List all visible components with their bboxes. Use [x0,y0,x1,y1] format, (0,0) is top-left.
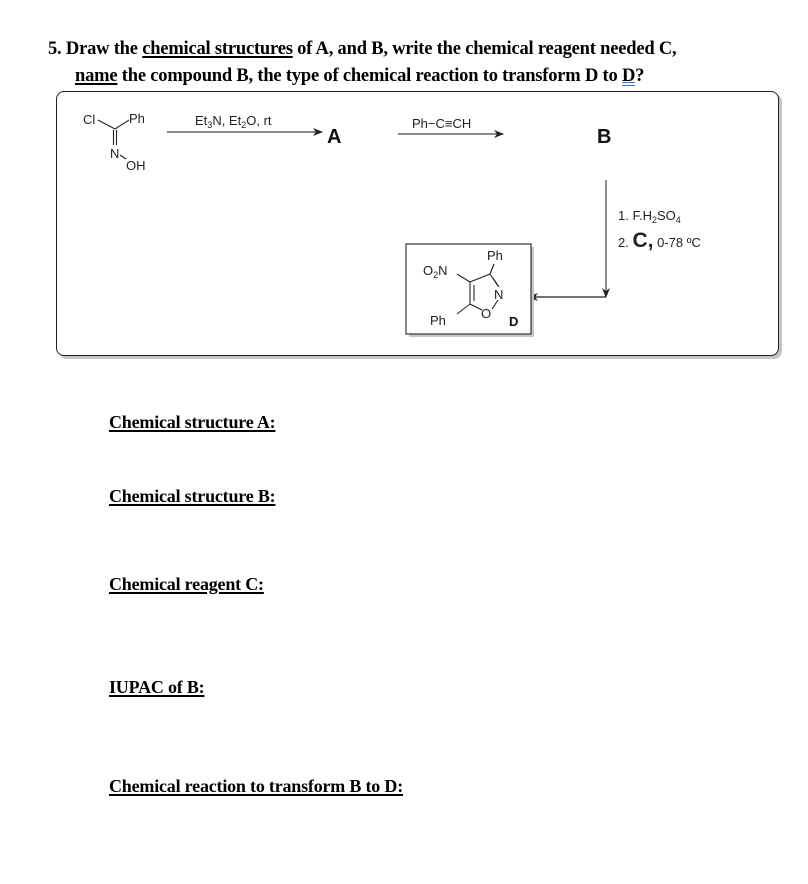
answer-label-structure-a: Chemical structure A: [109,412,276,432]
bond-c-ph [114,119,130,130]
compound-b-label: B [597,126,611,148]
answer-label-reaction-b-to-d: Chemical reaction to transform B to D: [109,776,403,796]
product-d-box: Ph O2N Ph N O D [405,243,534,337]
question-number: 5. [48,39,62,59]
answer-label-structure-b: Chemical structure B: [109,486,276,506]
step3-condition-2: 2. C, 0-78 ºC [618,229,701,252]
question-text: 5. Draw the chemical structures of A, an… [48,36,788,90]
step1-reagents: Et3N, Et2O, rt [195,113,272,130]
reaction-scheme-drawing: Cl Ph N OH Et3N, Et2O, rt A Ph−C≡CH B 1.… [83,111,701,337]
atom-cl: Cl [83,112,95,127]
atom-n-ring: N [494,287,503,302]
compound-a-label: A [327,126,341,148]
atom-o-ring: O [481,306,491,321]
atom-ph-top: Ph [487,248,503,263]
spellcheck-marked-d: D [621,66,636,86]
start-material-structure: Cl Ph N OH [83,111,146,173]
step2-reagent: Ph−C≡CH [412,116,471,131]
question-line-2: name the compound B, the type of chemica… [75,66,645,86]
underlined-name: name [75,66,118,86]
answer-label-iupac-b: IUPAC of B: [109,677,205,697]
reagent-c-label: C, [632,229,653,252]
step3-condition-1: 1. F.H2SO4 [618,208,681,225]
underlined-chemical-structures: chemical structures [142,39,293,59]
reaction-scheme-box: Cl Ph N OH Et3N, Et2O, rt A Ph−C≡CH B 1.… [56,91,779,356]
atom-ph: Ph [129,111,145,126]
compound-d-label: D [509,314,518,329]
question-line-1: 5. Draw the chemical structures of A, an… [48,39,677,59]
atom-ph-bottom: Ph [430,313,446,328]
atom-n: N [110,146,119,161]
answer-label-reagent-c: Chemical reagent C: [109,574,264,594]
atom-oh: OH [126,158,146,173]
bond-cl-c [97,119,116,130]
